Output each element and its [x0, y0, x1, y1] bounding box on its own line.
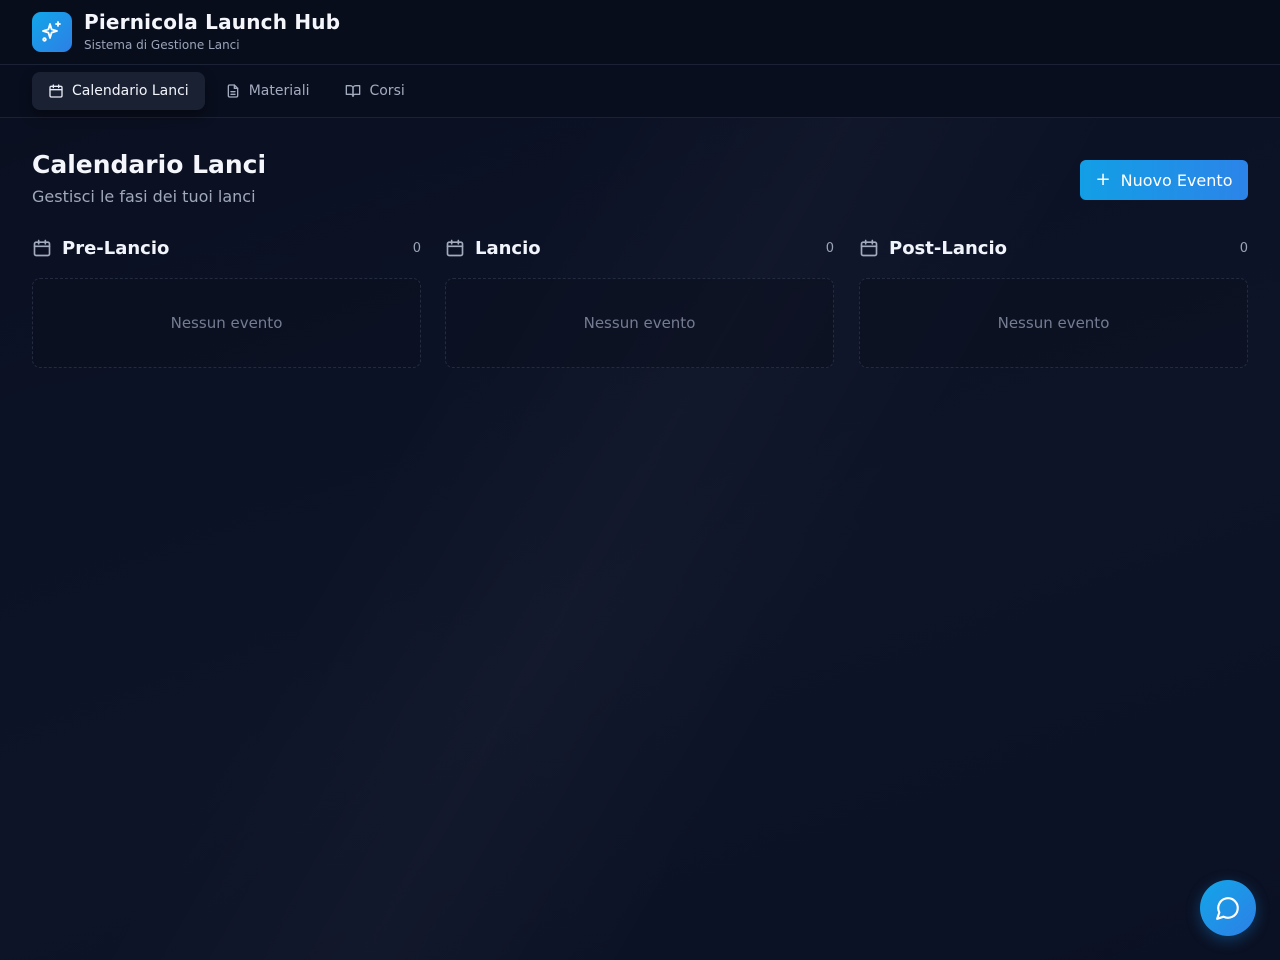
tab-label: Calendario Lanci — [72, 83, 189, 99]
app-header: Piernicola Launch Hub Sistema di Gestion… — [0, 0, 1280, 65]
empty-state: Nessun evento — [32, 278, 421, 368]
background-sheen — [0, 0, 1280, 960]
tab-materiali[interactable]: Materiali — [209, 72, 326, 110]
tab-corsi[interactable]: Corsi — [329, 72, 420, 110]
calendar-icon — [446, 239, 464, 257]
app-logo — [32, 12, 72, 52]
tab-label: Materiali — [248, 83, 310, 99]
page-title: Calendario Lanci — [32, 150, 267, 179]
document-icon — [227, 84, 239, 98]
column-lancio: Lancio 0 Nessun evento — [445, 234, 834, 368]
calendar-icon — [860, 239, 878, 257]
brand: Piernicola Launch Hub Sistema di Gestion… — [84, 10, 340, 54]
column-count: 0 — [412, 240, 421, 256]
calendar-icon — [33, 239, 51, 257]
column-count: 0 — [1239, 240, 1248, 256]
column-title: Lancio — [475, 237, 541, 259]
new-event-label: Nuovo Evento — [1120, 170, 1233, 190]
column-title: Pre-Lancio — [62, 237, 170, 259]
column-count: 0 — [825, 240, 834, 256]
book-open-icon — [346, 85, 361, 97]
column-header: Lancio 0 — [445, 234, 834, 262]
column-pre-lancio: Pre-Lancio 0 Nessun evento — [32, 234, 421, 368]
chat-bubble-icon — [1216, 897, 1239, 920]
column-header: Post-Lancio 0 — [859, 234, 1248, 262]
app-subtitle: Sistema di Gestione Lanci — [84, 38, 240, 52]
sparkles-icon — [42, 21, 61, 42]
plus-icon: + — [1095, 169, 1111, 190]
calendar-icon — [49, 84, 63, 98]
tab-label: Corsi — [369, 83, 405, 99]
page-subtitle: Gestisci le fasi dei tuoi lanci — [32, 187, 256, 206]
column-post-lancio: Post-Lancio 0 Nessun evento — [859, 234, 1248, 368]
tab-calendario-lanci[interactable]: Calendario Lanci — [32, 72, 205, 110]
chat-button[interactable] — [1200, 880, 1256, 936]
column-header: Pre-Lancio 0 — [32, 234, 421, 262]
new-event-button[interactable]: + Nuovo Evento — [1080, 160, 1248, 200]
main-nav: Calendario Lanci Materiali Corsi — [0, 65, 1280, 118]
empty-state: Nessun evento — [859, 278, 1248, 368]
empty-state: Nessun evento — [445, 278, 834, 368]
app-title: Piernicola Launch Hub — [84, 10, 341, 34]
column-title: Post-Lancio — [889, 237, 1007, 259]
